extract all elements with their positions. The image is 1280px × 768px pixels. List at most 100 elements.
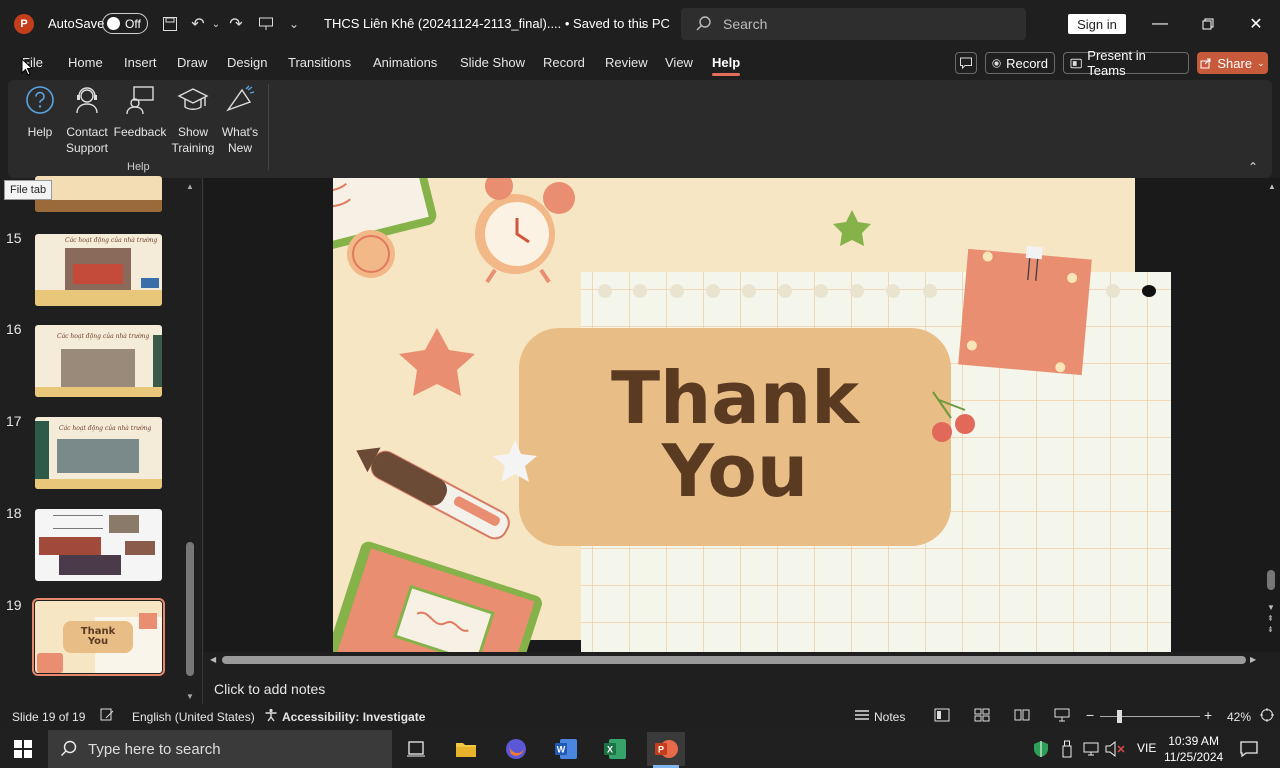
accessibility-status[interactable]: Accessibility: Investigate bbox=[282, 710, 425, 724]
hscroll-left-icon[interactable]: ◀ bbox=[210, 655, 216, 664]
save-icon[interactable] bbox=[160, 14, 180, 34]
taskbar-search[interactable]: Type here to search bbox=[48, 730, 392, 768]
present-in-teams-button[interactable]: Present in Teams bbox=[1063, 48, 1189, 78]
feedback-button[interactable]: Feedback bbox=[112, 84, 168, 140]
help-ribbon: Help Contact Support Feedback Show Train… bbox=[8, 80, 1272, 178]
sign-in-button[interactable]: Sign in bbox=[1068, 14, 1126, 34]
comment-icon bbox=[960, 57, 972, 70]
search-box[interactable]: Search bbox=[681, 8, 1026, 40]
word-icon[interactable]: W bbox=[551, 734, 581, 764]
contact-support-label: Contact Support bbox=[65, 125, 109, 155]
task-view-icon[interactable] bbox=[401, 734, 431, 764]
slide-scroll-up-icon[interactable]: ▲ bbox=[1268, 182, 1276, 191]
notes-placeholder: Click to add notes bbox=[214, 681, 326, 697]
volume-muted-icon[interactable] bbox=[1104, 734, 1126, 764]
restore-icon[interactable] bbox=[1196, 12, 1220, 36]
thumb-scroll-down-icon[interactable]: ▼ bbox=[186, 692, 194, 701]
slide[interactable]: Thank You bbox=[333, 178, 1171, 652]
share-button[interactable]: Share ⌄ bbox=[1197, 52, 1268, 74]
autosave-toggle[interactable]: Off bbox=[102, 13, 148, 34]
windows-start-icon[interactable] bbox=[8, 734, 38, 764]
tab-review[interactable]: Review bbox=[605, 55, 648, 70]
feedback-label: Feedback bbox=[113, 125, 167, 139]
excel-icon[interactable]: X bbox=[600, 734, 630, 764]
input-language[interactable]: VIE bbox=[1137, 741, 1156, 755]
customize-icon[interactable]: ⌄ bbox=[284, 14, 304, 34]
thumbnail-15[interactable]: Các hoạt động của nhà trường bbox=[35, 234, 162, 306]
whats-new-button[interactable]: What's New bbox=[212, 84, 268, 156]
close-icon[interactable]: ✕ bbox=[1244, 12, 1268, 36]
file-tab-tooltip: File tab bbox=[4, 180, 53, 200]
tab-home[interactable]: Home bbox=[68, 55, 103, 70]
share-chevron-down-icon[interactable]: ⌄ bbox=[1257, 58, 1265, 69]
undo-icon[interactable]: ↶ bbox=[188, 14, 208, 34]
security-shield-icon[interactable] bbox=[1030, 734, 1052, 764]
zoom-slider[interactable] bbox=[1100, 716, 1200, 717]
slide-scroll-arrows-icon[interactable]: ▼ ⇞ ⇟ bbox=[1267, 602, 1275, 635]
spelling-icon[interactable] bbox=[100, 708, 114, 725]
zoom-level[interactable]: 42% bbox=[1227, 710, 1251, 724]
tab-help[interactable]: Help bbox=[712, 55, 741, 76]
zoom-in-icon[interactable]: + bbox=[1204, 707, 1212, 723]
notes-pane[interactable]: Click to add notes bbox=[204, 672, 1280, 704]
record-button[interactable]: Record bbox=[985, 52, 1055, 74]
slide-vertical-scrollbar[interactable] bbox=[1267, 570, 1275, 590]
powerpoint-taskbar-icon[interactable]: P bbox=[647, 732, 685, 766]
tab-slide-show[interactable]: Slide Show bbox=[460, 55, 525, 70]
redo-icon[interactable]: ↷ bbox=[226, 14, 246, 34]
tab-insert[interactable]: Insert bbox=[124, 55, 157, 70]
contact-support-button[interactable]: Contact Support bbox=[59, 84, 115, 156]
share-label: Share bbox=[1217, 55, 1253, 71]
whats-new-icon bbox=[226, 85, 255, 112]
ribbon-group-label: Help bbox=[127, 161, 150, 173]
file-explorer-icon[interactable] bbox=[451, 734, 481, 764]
whats-new-label: What's New bbox=[221, 125, 259, 155]
slide-sorter-icon[interactable] bbox=[974, 708, 990, 725]
svg-text:P: P bbox=[658, 745, 664, 755]
tab-animations[interactable]: Animations bbox=[373, 55, 437, 70]
thumb-scroll-up-icon[interactable]: ▲ bbox=[186, 182, 194, 191]
tab-record[interactable]: Record bbox=[543, 55, 585, 70]
tab-view[interactable]: View bbox=[665, 55, 693, 70]
tab-draw[interactable]: Draw bbox=[177, 55, 207, 70]
minimize-icon[interactable]: — bbox=[1148, 12, 1172, 36]
thumbnail-17[interactable]: Các hoạt động của nhà trường bbox=[35, 417, 162, 489]
usb-icon[interactable] bbox=[1056, 734, 1078, 764]
fit-to-window-icon[interactable] bbox=[1260, 708, 1274, 725]
taskbar-search-icon bbox=[61, 740, 77, 756]
comments-button[interactable] bbox=[955, 52, 977, 74]
normal-view-icon[interactable] bbox=[934, 708, 950, 725]
notifications-icon[interactable] bbox=[1234, 734, 1264, 764]
firefox-icon[interactable] bbox=[501, 734, 531, 764]
slide-number-17: 17 bbox=[6, 413, 22, 429]
hscroll-right-icon[interactable]: ▶ bbox=[1250, 655, 1256, 664]
document-title[interactable]: THCS Liên Khê (20241124-2113_final).... … bbox=[324, 16, 670, 31]
notes-toggle[interactable]: Notes bbox=[874, 710, 905, 724]
slide-number-16: 16 bbox=[6, 321, 22, 337]
tab-transitions[interactable]: Transitions bbox=[288, 55, 351, 70]
slide-number-18: 18 bbox=[6, 505, 22, 521]
ribbon-separator bbox=[268, 84, 269, 170]
slide-horizontal-scrollbar[interactable] bbox=[222, 656, 1246, 664]
thumbnail-16[interactable]: Các hoạt động của nhà trường bbox=[35, 325, 162, 397]
zoom-slider-thumb[interactable] bbox=[1117, 710, 1122, 723]
thumbnail-19[interactable]: Thank You bbox=[32, 598, 165, 676]
title-chevron-down-icon[interactable]: ⌄ bbox=[632, 14, 652, 34]
share-icon bbox=[1200, 58, 1211, 69]
thumbnail-18[interactable] bbox=[35, 509, 162, 581]
undo-dropdown-icon[interactable]: ⌄ bbox=[206, 14, 226, 34]
present-icon[interactable] bbox=[256, 14, 276, 34]
clock-time: 10:39 AM bbox=[1168, 734, 1219, 748]
zoom-out-icon[interactable]: − bbox=[1086, 707, 1094, 723]
collapse-ribbon-icon[interactable]: ⌃ bbox=[1248, 160, 1258, 174]
language-status[interactable]: English (United States) bbox=[132, 710, 255, 724]
thumbnail-scrollbar[interactable] bbox=[186, 542, 194, 676]
system-clock[interactable]: 10:39 AM 11/25/2024 bbox=[1164, 733, 1223, 765]
thumbnail-14[interactable] bbox=[35, 176, 162, 212]
slide-number-19: 19 bbox=[6, 597, 22, 613]
slideshow-view-icon[interactable] bbox=[1054, 708, 1070, 725]
reading-view-icon[interactable] bbox=[1014, 708, 1030, 725]
tab-design[interactable]: Design bbox=[227, 55, 267, 70]
network-icon[interactable] bbox=[1080, 734, 1102, 764]
svg-text:X: X bbox=[607, 745, 613, 755]
